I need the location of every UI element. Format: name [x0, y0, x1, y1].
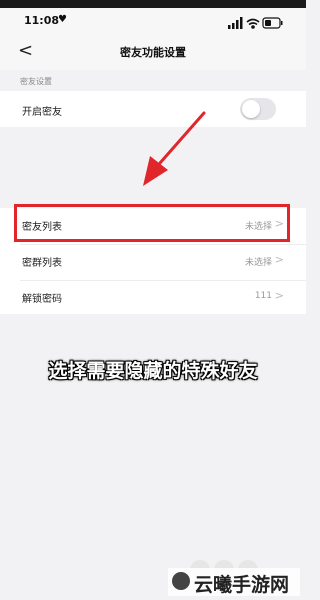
- caption-text: 选择需要隐藏的特殊好友: [48, 360, 258, 382]
- logo-icon: [172, 572, 190, 590]
- watermark: 云曦手游网: [168, 568, 300, 596]
- watermark-text: 云曦手游网: [194, 574, 290, 596]
- annotation-arrow-icon: [143, 111, 206, 186]
